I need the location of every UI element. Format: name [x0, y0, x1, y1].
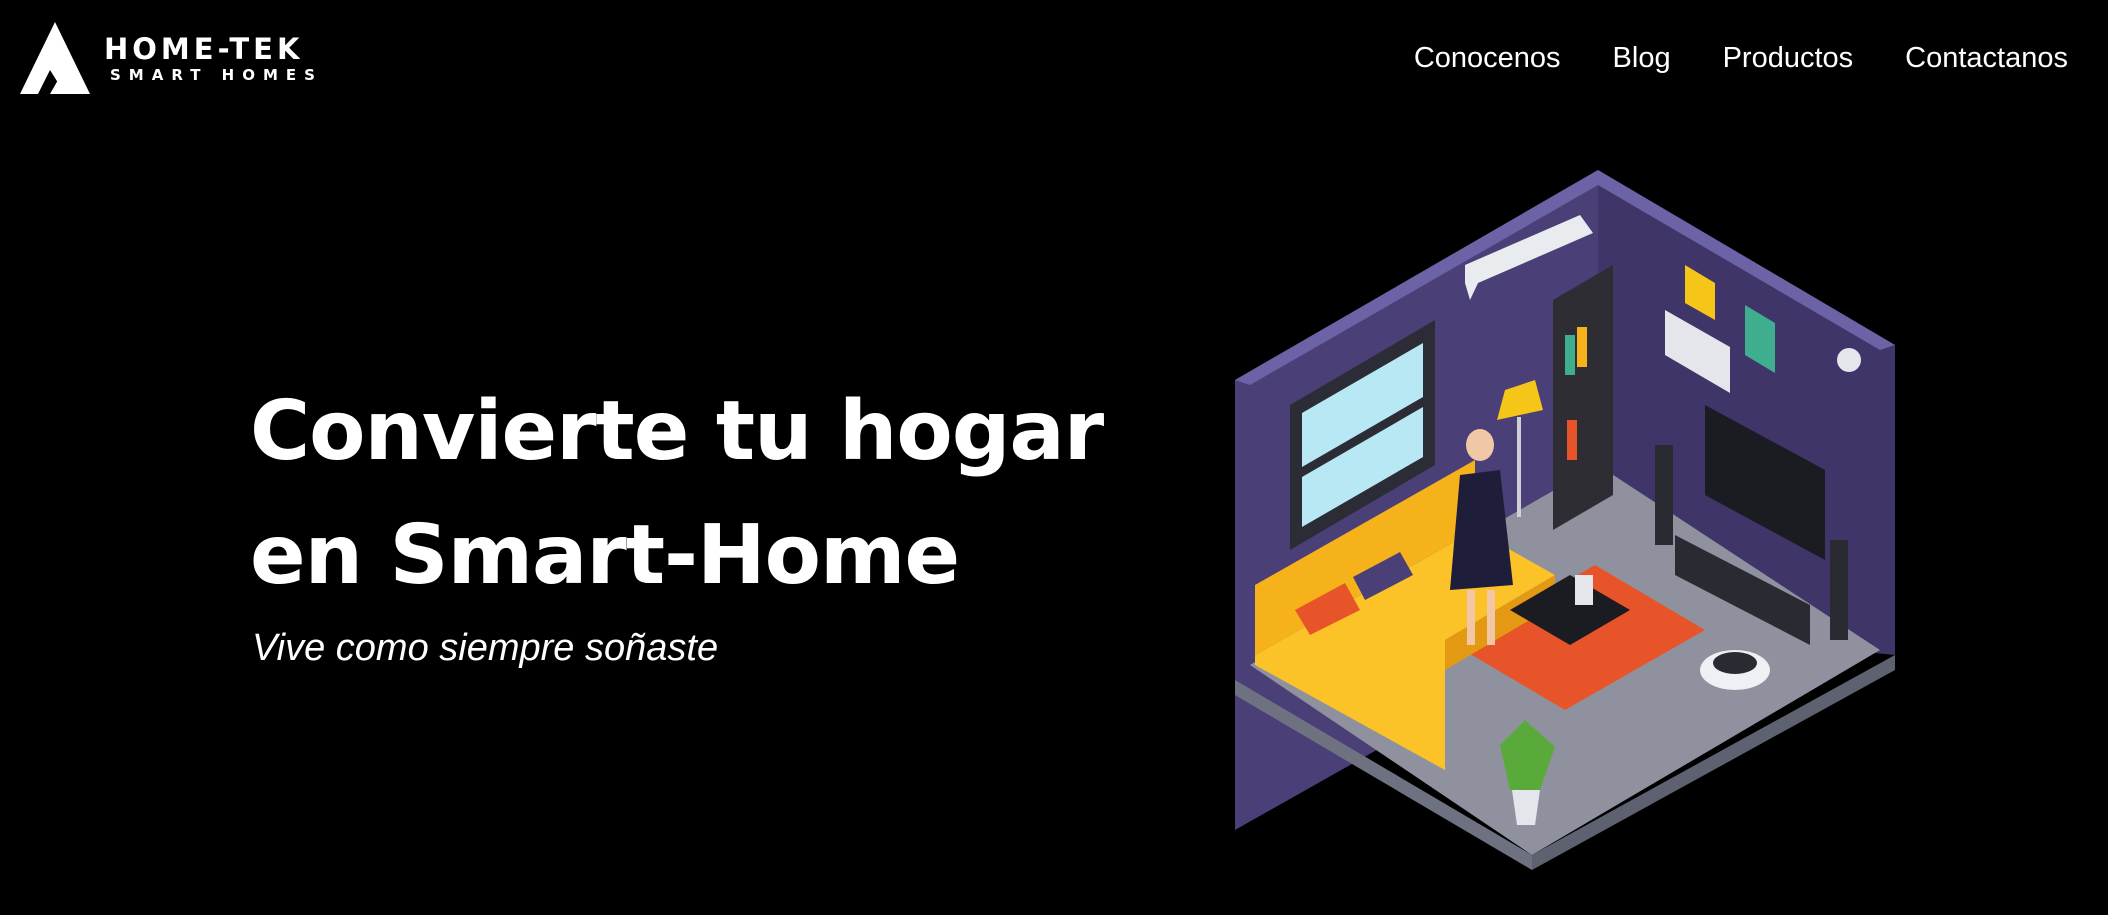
- speaker-left: [1655, 445, 1673, 545]
- nav-item-conocenos[interactable]: Conocenos: [1414, 42, 1561, 75]
- woman-leg: [1467, 590, 1475, 645]
- hero-title-line2: en Smart-Home: [250, 508, 960, 603]
- floor-lamp-pole: [1517, 417, 1521, 517]
- brand-name: HOME-TEK: [104, 32, 304, 66]
- brand-logo[interactable]: HOME-TEK SMART HOMES: [20, 22, 323, 94]
- main-nav: Conocenos Blog Productos Contactanos: [1414, 42, 2068, 75]
- woman-head: [1466, 429, 1494, 461]
- smart-home-illustration: [1235, 170, 1895, 870]
- triangle-logo-icon: [20, 22, 90, 94]
- brand-tagline: SMART HOMES: [110, 66, 323, 84]
- robot-vacuum-top: [1713, 652, 1757, 674]
- smart-speaker: [1575, 575, 1593, 605]
- brand-text: HOME-TEK SMART HOMES: [104, 32, 323, 84]
- book: [1577, 327, 1587, 367]
- nav-item-productos[interactable]: Productos: [1723, 42, 1854, 75]
- smoke-detector: [1837, 348, 1861, 372]
- nav-item-contactanos[interactable]: Contactanos: [1905, 42, 2068, 75]
- hero-subtitle: Vive como siempre soñaste: [252, 627, 719, 669]
- bookshelf: [1553, 265, 1613, 530]
- book: [1567, 420, 1577, 460]
- woman-leg: [1487, 590, 1495, 645]
- hero-title-line1: Convierte tu hogar: [250, 384, 1104, 479]
- speaker-right: [1830, 540, 1848, 640]
- book: [1565, 335, 1575, 375]
- nav-item-blog[interactable]: Blog: [1613, 42, 1671, 75]
- hero-title: Convierte tu hogar en Smart-Home: [250, 370, 1150, 618]
